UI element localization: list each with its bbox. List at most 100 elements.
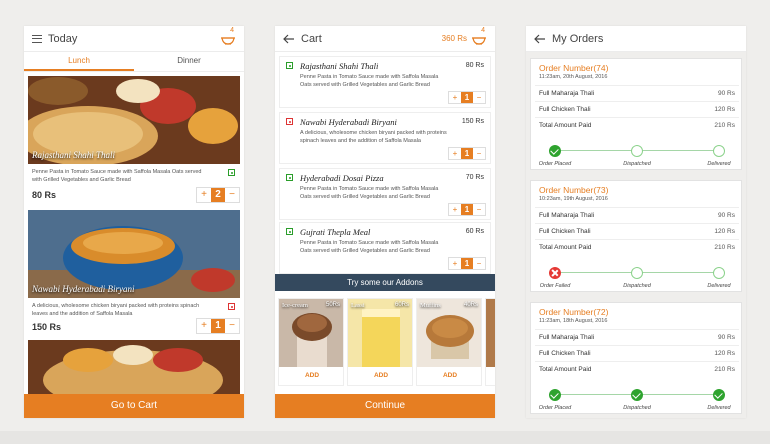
- add-addon-button[interactable]: ADD: [279, 367, 343, 385]
- go-to-cart-button[interactable]: Go to Cart: [24, 394, 244, 418]
- order-line: Full Maharaja Thali 90 Rs: [535, 207, 739, 222]
- addon-name: Lassi: [351, 302, 365, 309]
- line-label: Full Maharaja Thali: [539, 334, 595, 341]
- today-header: Today 4: [24, 26, 244, 52]
- tab-dinner[interactable]: Dinner: [134, 52, 244, 71]
- pending-step-icon: [631, 145, 643, 157]
- page-title: Today: [48, 32, 78, 45]
- item-description: Penne Pasta in Tomato Sauce made with Sa…: [300, 74, 439, 88]
- step-label: Delivered: [707, 283, 731, 289]
- food-name: Nawabi Hyderabadi Biryani: [32, 284, 135, 294]
- line-label: Full Maharaja Thali: [539, 90, 595, 97]
- line-price: 90 Rs: [718, 334, 735, 341]
- step-label: Dispatched: [623, 405, 651, 411]
- item-name: Nawabi Hyderabadi Biryani: [300, 117, 397, 127]
- veg-indicator-icon: [286, 228, 293, 235]
- check-icon: [713, 389, 725, 401]
- item-price: 70 Rs: [465, 174, 484, 181]
- quantity-value: 1: [461, 148, 473, 159]
- thali-image[interactable]: Rajasthani Shahi Thali: [28, 76, 240, 164]
- muffins-image: [417, 299, 481, 367]
- check-icon: [549, 145, 561, 157]
- cart-total: 360 Rs: [441, 34, 467, 43]
- quantity-value: 1: [211, 319, 225, 333]
- plus-icon[interactable]: +: [449, 204, 461, 215]
- addons-heading: Try some our Addons: [275, 274, 495, 291]
- order-card[interactable]: Order Number(72) 11:23am, 18th August, 2…: [530, 302, 742, 414]
- tab-lunch[interactable]: Lunch: [24, 52, 134, 71]
- item-name: Rajasthani Shahi Thali: [300, 61, 379, 71]
- veg-indicator-icon: [286, 62, 293, 69]
- total-label: Total Amount Paid: [539, 122, 592, 129]
- total-value: 210 Rs: [714, 244, 735, 251]
- quantity-value: 1: [461, 204, 473, 215]
- fail-icon: [549, 267, 561, 279]
- order-number: Order Number(74): [539, 63, 609, 73]
- page-title: Cart: [301, 32, 322, 45]
- item-description: Penne Pasta in Tomato Sauce made with Sa…: [300, 186, 439, 200]
- quantity-stepper: + 1 −: [196, 318, 240, 334]
- step-label: Dispatched: [623, 161, 651, 167]
- order-line: Full Chicken Thali 120 Rs: [535, 345, 739, 360]
- addon-price: 60Rs: [394, 302, 409, 308]
- back-arrow-icon[interactable]: [283, 34, 295, 44]
- plus-icon[interactable]: +: [197, 188, 211, 202]
- minus-icon[interactable]: −: [473, 148, 485, 159]
- add-addon-button[interactable]: ADD: [348, 367, 412, 385]
- order-card[interactable]: Order Number(73) 10:23am, 19th August, 2…: [530, 180, 742, 292]
- step-label: Order Placed: [538, 161, 572, 167]
- order-number: Order Number(72): [539, 307, 609, 317]
- item-name: Hyderabadi Dosai Pizza: [300, 173, 384, 183]
- plus-icon[interactable]: +: [449, 148, 461, 159]
- order-line: Full Chicken Thali 120 Rs: [535, 101, 739, 116]
- minus-icon[interactable]: −: [473, 204, 485, 215]
- biryani-image[interactable]: Nawabi Hyderabadi Biryani: [28, 210, 240, 298]
- minus-icon[interactable]: −: [473, 92, 485, 103]
- line-price: 120 Rs: [714, 228, 735, 235]
- food-image[interactable]: [28, 340, 240, 400]
- plus-icon[interactable]: +: [449, 92, 461, 103]
- line-price: 90 Rs: [718, 212, 735, 219]
- food-name: Rajasthani Shahi Thali: [32, 150, 116, 160]
- back-arrow-icon[interactable]: [534, 34, 546, 44]
- menu-icon[interactable]: [32, 34, 42, 43]
- order-line: Full Maharaja Thali 90 Rs: [535, 329, 739, 344]
- order-line: Full Chicken Thali 120 Rs: [535, 223, 739, 238]
- total-label: Total Amount Paid: [539, 366, 592, 373]
- meal-tabs: Lunch Dinner: [24, 52, 244, 72]
- add-addon-button[interactable]: ADD: [417, 367, 481, 385]
- continue-button[interactable]: Continue: [275, 394, 495, 418]
- orders-screen: My Orders Order Number(74) 11:23am, 20th…: [526, 26, 746, 418]
- minus-icon[interactable]: −: [225, 188, 239, 202]
- quantity-value: 1: [461, 92, 473, 103]
- cart-screen: Cart 360 Rs 4 Rajasthani Shahi Thali 80 …: [275, 26, 495, 418]
- plus-icon[interactable]: +: [449, 258, 461, 269]
- cart-item: Gujrati Thepla Meal 60 Rs Penne Pasta in…: [279, 222, 491, 274]
- order-tracker: Order Placed Dispatched Delivered: [531, 145, 743, 175]
- cart-header: Cart 360 Rs 4: [275, 26, 495, 52]
- order-total: Total Amount Paid 210 Rs: [535, 361, 739, 376]
- cart-item: Nawabi Hyderabadi Biryani 150 Rs A delic…: [279, 112, 491, 164]
- quantity-value: 1: [461, 258, 473, 269]
- step-label: Order Placed: [538, 405, 572, 411]
- order-card[interactable]: Order Number(74) 11:23am, 20th August, 2…: [530, 58, 742, 170]
- step-label: Delivered: [707, 161, 731, 167]
- nonveg-indicator-icon: [228, 303, 235, 310]
- order-date: 11:23am, 20th August, 2016: [539, 74, 608, 80]
- cart-bowl-icon[interactable]: [471, 30, 487, 46]
- quantity-stepper: + 1 −: [448, 257, 486, 270]
- minus-icon[interactable]: −: [473, 258, 485, 269]
- step-label: Dispatched: [623, 283, 651, 289]
- quantity-value: 2: [211, 188, 225, 202]
- addon-name: Ice-cream: [282, 302, 308, 309]
- addon-price: 50Rs: [325, 302, 340, 308]
- line-label: Full Chicken Thali: [539, 228, 591, 235]
- cart-bowl-icon[interactable]: [220, 30, 236, 46]
- plus-icon[interactable]: +: [197, 319, 211, 333]
- food-price: 80 Rs: [32, 190, 57, 200]
- order-tracker: Order Placed Dispatched Delivered: [531, 389, 743, 418]
- minus-icon[interactable]: −: [225, 319, 239, 333]
- quantity-stepper: + 1 −: [448, 91, 486, 104]
- item-description: Penne Pasta in Tomato Sauce made with Sa…: [300, 240, 439, 254]
- addon-price: 40Rs: [463, 302, 478, 308]
